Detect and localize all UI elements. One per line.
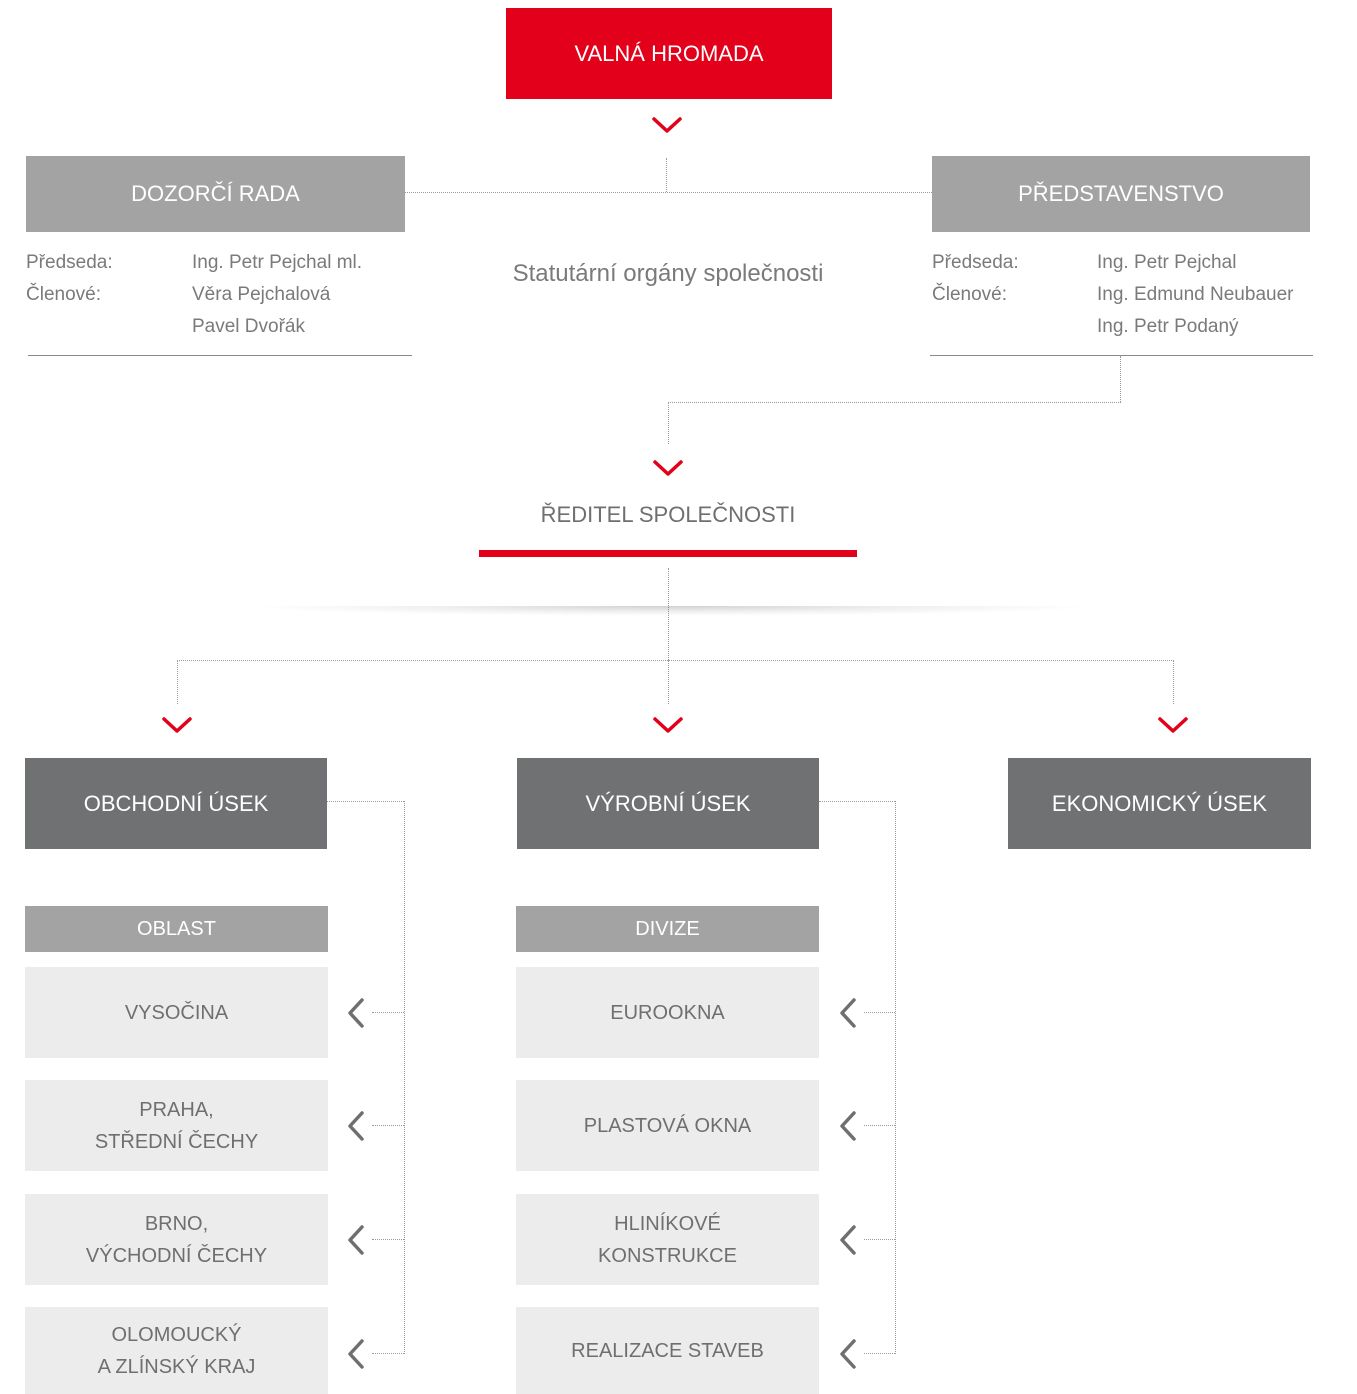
chevron-left-icon	[348, 998, 364, 1028]
divisions-label: DIVIZE	[635, 918, 700, 940]
division-item: EUROOKNA	[516, 967, 819, 1058]
region-item-label: OLOMOUCKÝ A ZLÍNSKÝ KRAJ	[97, 1323, 256, 1378]
statutory-bodies-label: Statutární orgány společnosti	[512, 260, 824, 287]
connector-line	[372, 1012, 404, 1013]
supervisory-board-title: DOZORČÍ RADA	[131, 181, 300, 206]
division-item: PLASTOVÁ OKNA	[516, 1080, 819, 1171]
division-item: HLINÍKOVÉ KONSTRUKCE	[516, 1194, 819, 1285]
chevron-left-icon	[348, 1225, 364, 1255]
chevron-down-icon	[653, 717, 683, 733]
supervisory-board-box: DOZORČÍ RADA	[26, 156, 405, 232]
region-item: PRAHA, STŘEDNÍ ČECHY	[25, 1080, 328, 1171]
connector-line	[668, 402, 669, 444]
chevron-left-icon	[840, 1111, 856, 1141]
chevron-down-icon	[652, 117, 682, 133]
region-item-label: BRNO, VÝCHODNÍ ČECHY	[85, 1212, 268, 1267]
connector-line	[668, 660, 669, 704]
production-division-title: VÝROBNÍ ÚSEK	[585, 790, 751, 816]
chevron-left-icon	[840, 1225, 856, 1255]
general-assembly-box: VALNÁ HROMADA	[506, 8, 832, 99]
chevron-left-icon	[348, 1339, 364, 1369]
divider	[28, 355, 412, 356]
connector-line	[372, 1125, 404, 1126]
chair-name: Ing. Petr Pejchal ml.	[192, 252, 363, 273]
connector-line	[864, 1125, 895, 1126]
divider	[930, 355, 1313, 356]
region-item: BRNO, VÝCHODNÍ ČECHY	[25, 1194, 328, 1285]
chevron-down-icon	[653, 460, 683, 476]
director-underline	[479, 550, 857, 557]
board-of-directors-title: PŘEDSTAVENSTVO	[1018, 181, 1224, 206]
division-item-label: EUROOKNA	[610, 1001, 725, 1024]
role-members-label: Členové:	[26, 284, 101, 305]
member-name: Věra Pejchalová	[192, 284, 331, 305]
division-item-label: REALIZACE STAVEB	[571, 1339, 764, 1362]
chair-name: Ing. Petr Pejchal	[1097, 252, 1237, 273]
member-name: Pavel Dvořák	[192, 316, 305, 337]
connector-line	[177, 660, 178, 704]
division-item: REALIZACE STAVEB	[516, 1307, 819, 1394]
sales-division-box: OBCHODNÍ ÚSEK	[25, 758, 327, 849]
connector-line	[405, 192, 932, 193]
connector-line	[1120, 356, 1121, 402]
connector-line	[372, 1239, 404, 1240]
region-item-label: VYSOČINA	[124, 1001, 229, 1024]
economic-division-box: EKONOMICKÝ ÚSEK	[1008, 758, 1311, 849]
board-of-directors-box: PŘEDSTAVENSTVO	[932, 156, 1310, 232]
connector-line	[864, 1353, 895, 1354]
chevron-down-icon	[1158, 717, 1188, 733]
region-label: OBLAST	[137, 918, 216, 940]
connector-line	[327, 801, 404, 802]
connector-line	[864, 1012, 895, 1013]
division-item-label: HLINÍKOVÉ KONSTRUKCE	[598, 1212, 737, 1267]
economic-division-title: EKONOMICKÝ ÚSEK	[1051, 790, 1268, 816]
region-label-box: OBLAST	[25, 906, 328, 952]
connector-line	[177, 660, 1174, 661]
chevron-left-icon	[840, 998, 856, 1028]
chevron-left-icon	[348, 1111, 364, 1141]
supervisory-board-roles: Předseda: Členové:	[26, 247, 113, 311]
connector-line	[668, 402, 1121, 403]
supervisory-board-names: Ing. Petr Pejchal ml. Věra Pejchalová Pa…	[192, 247, 362, 343]
board-roles: Předseda: Členové:	[932, 247, 1019, 311]
board-names: Ing. Petr Pejchal Ing. Edmund Neubauer I…	[1097, 247, 1293, 343]
region-item-label: PRAHA, STŘEDNÍ ČECHY	[94, 1098, 259, 1153]
role-chair-label: Předseda:	[26, 252, 113, 273]
member-name: Ing. Edmund Neubauer	[1097, 284, 1294, 305]
region-item: VYSOČINA	[25, 967, 328, 1058]
production-division-box: VÝROBNÍ ÚSEK	[517, 758, 819, 849]
sales-division-title: OBCHODNÍ ÚSEK	[83, 790, 269, 816]
chevron-down-icon	[162, 717, 192, 733]
member-name: Ing. Petr Podaný	[1097, 316, 1239, 337]
chevron-left-icon	[840, 1339, 856, 1369]
division-item-label: PLASTOVÁ OKNA	[583, 1114, 752, 1137]
connector-line	[372, 1353, 404, 1354]
general-assembly-title: VALNÁ HROMADA	[574, 40, 764, 66]
connector-line	[864, 1239, 895, 1240]
shadow-divider	[240, 606, 1100, 616]
director-title: ŘEDITEL SPOLEČNOSTI	[540, 502, 796, 527]
region-item: OLOMOUCKÝ A ZLÍNSKÝ KRAJ	[25, 1307, 328, 1394]
connector-line	[819, 801, 895, 802]
divisions-label-box: DIVIZE	[516, 906, 819, 952]
role-chair-label: Předseda:	[932, 252, 1019, 273]
connector-line	[666, 158, 667, 192]
connector-line	[895, 801, 896, 1354]
connector-line	[404, 801, 405, 1354]
role-members-label: Členové:	[932, 284, 1007, 305]
connector-line	[1173, 660, 1174, 704]
